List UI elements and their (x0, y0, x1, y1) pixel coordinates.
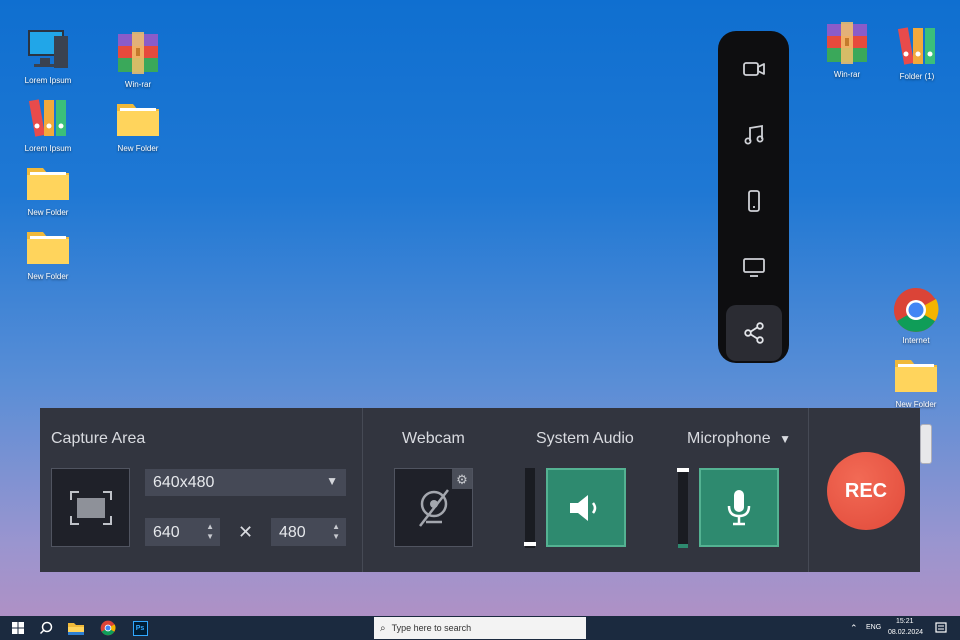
chrome-icon (100, 620, 116, 636)
folder-icon (114, 94, 162, 142)
desktop-icon-label: Win-rar (124, 80, 152, 89)
record-label: REC (844, 479, 888, 502)
system-audio-title: System Audio (536, 430, 634, 447)
desktop-icon-winrar[interactable]: Win-rar (106, 30, 170, 90)
tray-chevron-up-icon[interactable]: ⌃ (850, 623, 858, 634)
divider (362, 408, 363, 572)
music-note-icon (744, 124, 763, 145)
desktop-icon-folder[interactable]: New Folder (884, 350, 948, 410)
chevron-down-icon: ▼ (779, 432, 791, 446)
divider (808, 408, 809, 572)
search-icon: ⌕ (380, 622, 386, 634)
chrome-icon (892, 286, 940, 334)
recorder-panel: Capture Area 640x480 ▼ 640 ▲ ▼ ✕ 480 ▲ ▼ W… (40, 408, 920, 572)
desktop-icon-label: New Folder (27, 208, 69, 217)
sidebar-item-screen[interactable] (726, 239, 782, 295)
desktop-icon-binders[interactable]: Lorem Ipsum (16, 94, 80, 154)
windows-icon (12, 622, 24, 634)
stepper-arrows-icon[interactable]: ▲ ▼ (206, 522, 214, 542)
desktop-icon-winrar[interactable]: Win-rar (815, 20, 879, 80)
winrar-icon (114, 30, 162, 78)
height-value: 480 (279, 524, 306, 541)
notification-button[interactable] (930, 616, 952, 640)
gear-icon: ⚙ (456, 471, 468, 487)
folder-icon (892, 350, 940, 398)
sidebar-item-audio[interactable] (726, 107, 782, 163)
webcam-off-icon (418, 488, 449, 527)
desktop-icon-folder[interactable]: New Folder (16, 222, 80, 282)
side-scroll-handle[interactable] (920, 424, 932, 464)
file-explorer-icon (68, 622, 84, 635)
start-button[interactable] (6, 616, 30, 640)
microphone-toggle-button[interactable] (699, 468, 779, 547)
search-icon (39, 621, 53, 635)
capture-frame-icon (69, 490, 112, 525)
width-value: 640 (153, 524, 180, 541)
microphone-dropdown[interactable]: Microphone ▼ (687, 430, 791, 448)
language-indicator[interactable]: ENG (866, 624, 881, 631)
desktop-icon-computer[interactable]: Lorem Ipsum (16, 26, 80, 86)
taskbar-search-button[interactable] (34, 616, 58, 640)
folder-icon (24, 158, 72, 206)
taskbar-photoshop[interactable]: Ps (128, 616, 152, 640)
record-button[interactable]: REC (827, 452, 905, 530)
notification-icon (935, 622, 947, 633)
stepper-arrows-icon[interactable]: ▲ ▼ (332, 522, 340, 542)
share-icon (743, 322, 764, 344)
clock-date[interactable]: 08.02.2024 (888, 629, 923, 636)
system-audio-level-meter (524, 468, 536, 548)
winrar-icon (823, 20, 871, 68)
microphone-title: Microphone (687, 430, 771, 447)
folder-icon (24, 222, 72, 270)
microphone-level-knob[interactable] (677, 468, 689, 472)
desktop-icon-folder[interactable]: New Folder (106, 94, 170, 154)
capture-size-dropdown[interactable]: 640x480 ▼ (145, 469, 346, 496)
height-stepper[interactable]: 480 ▲ ▼ (271, 518, 346, 546)
capture-size-value: 640x480 (153, 474, 215, 491)
speaker-icon (570, 494, 597, 521)
system-audio-level-knob[interactable] (524, 542, 536, 546)
taskbar-file-explorer[interactable] (64, 616, 88, 640)
microphone-level-meter (677, 468, 689, 548)
sidebar-item-video[interactable] (726, 41, 782, 97)
webcam-title: Webcam (402, 430, 465, 447)
sidebar-item-share[interactable] (725, 305, 782, 361)
system-audio-toggle-button[interactable] (546, 468, 626, 547)
desktop-icon-label: Lorem Ipsum (24, 144, 72, 153)
desktop-icon-label: Internet (902, 336, 930, 345)
search-placeholder: Type here to search (391, 623, 472, 633)
sidebar-item-mobile[interactable] (726, 173, 782, 229)
desktop-icon-internet[interactable]: Internet (884, 286, 948, 346)
video-camera-icon (742, 62, 765, 76)
microphone-level-fill (678, 544, 688, 548)
capture-area-title: Capture Area (51, 430, 146, 447)
photoshop-icon: Ps (132, 620, 148, 636)
desktop-icon-label: Lorem Ipsum (24, 76, 72, 85)
taskbar: Ps ⌕ Type here to search ⌃ ENG 15:21 08.… (0, 616, 960, 640)
width-stepper[interactable]: 640 ▲ ▼ (145, 518, 220, 546)
chevron-down-icon: ▼ (326, 474, 338, 488)
binders-icon (24, 94, 72, 142)
monitor-icon (742, 258, 765, 277)
capture-area-select-button[interactable] (51, 468, 130, 547)
desktop-icon-label: Win-rar (833, 70, 861, 79)
desktop-icon-label: New Folder (27, 272, 69, 281)
desktop-icon-folder[interactable]: New Folder (16, 158, 80, 218)
webcam-settings-button[interactable]: ⚙ (452, 469, 472, 489)
taskbar-search-field[interactable]: ⌕ Type here to search (374, 617, 586, 639)
desktop-icon-label: Folder (1) (899, 72, 935, 81)
desktop-icon-binders[interactable]: Folder (1) (885, 22, 949, 82)
times-icon: ✕ (238, 522, 254, 542)
computer-icon (24, 26, 72, 74)
microphone-icon (727, 489, 751, 525)
taskbar-chrome[interactable] (96, 616, 120, 640)
desktop-icon-label: New Folder (117, 144, 159, 153)
mode-sidebar (718, 31, 789, 363)
binders-icon (893, 22, 941, 70)
phone-icon (747, 190, 760, 212)
clock-time[interactable]: 15:21 (896, 618, 914, 625)
